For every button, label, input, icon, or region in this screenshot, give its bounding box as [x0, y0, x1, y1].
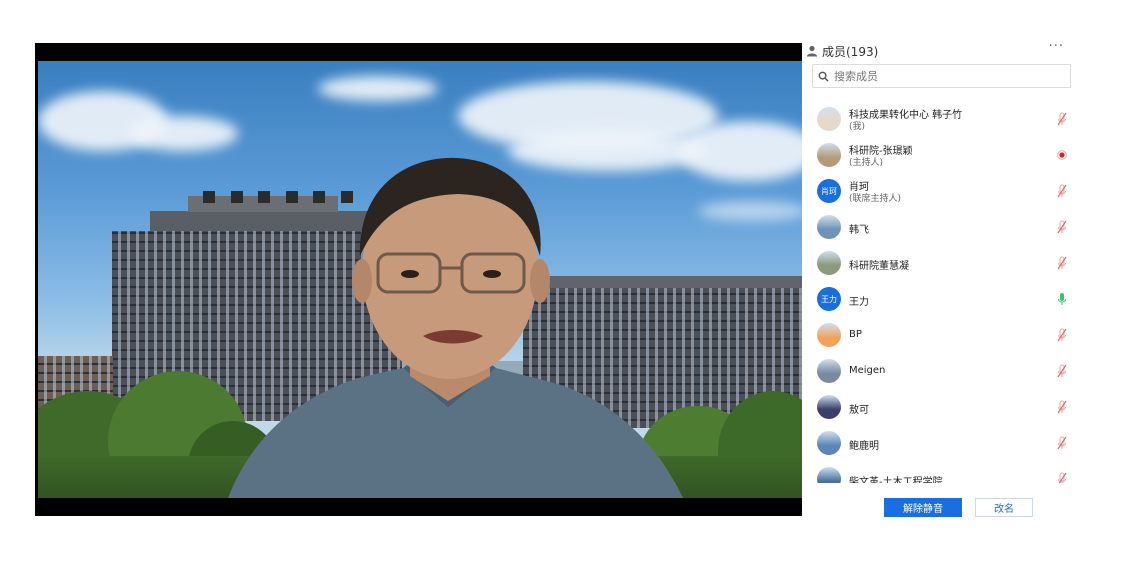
search-icon	[818, 71, 829, 82]
member-row[interactable]: 鲍鹿明	[802, 425, 1072, 461]
member-name: 韩飞	[849, 225, 869, 236]
avatar	[817, 107, 841, 131]
member-row[interactable]: 科研院-张璟颖 (主持人)	[802, 137, 1072, 173]
people-icon	[806, 45, 818, 57]
mic-muted-icon[interactable]	[1057, 256, 1067, 270]
members-panel-title: 成员(193)	[822, 44, 879, 59]
member-search-box[interactable]	[812, 64, 1071, 88]
video-scene	[38, 61, 802, 498]
member-row[interactable]: BP	[802, 317, 1072, 353]
member-name: Meigen	[849, 365, 886, 376]
mic-muted-icon[interactable]	[1057, 472, 1067, 483]
recording-dot-icon[interactable]	[1057, 148, 1067, 162]
avatar	[817, 251, 841, 275]
video-main[interactable]	[35, 43, 802, 516]
mic-muted-icon[interactable]	[1057, 436, 1067, 450]
avatar	[817, 395, 841, 419]
mic-active-icon[interactable]	[1057, 292, 1067, 306]
member-row[interactable]: 柴文革-土木工程学院	[802, 461, 1072, 483]
member-name: 敖可	[849, 405, 869, 416]
member-name: 王力	[849, 297, 869, 308]
member-role: (联席主持人)	[849, 194, 902, 204]
member-row[interactable]: 韩飞	[802, 209, 1072, 245]
member-name: 柴文革-土木工程学院	[849, 477, 943, 483]
members-panel: 成员(193) ··· 科技成果转化中心 韩子竹(我)科研院-张璟颖(主持人)肖…	[802, 35, 1072, 525]
mic-muted-icon[interactable]	[1057, 184, 1067, 198]
video-bottom-bar	[35, 498, 802, 516]
member-search-input[interactable]	[832, 68, 1056, 84]
mic-muted-icon[interactable]	[1057, 112, 1067, 126]
member-name: 科研院董慧凝	[849, 261, 909, 272]
more-options-button[interactable]: ···	[1049, 39, 1064, 54]
avatar	[817, 359, 841, 383]
avatar	[817, 467, 841, 483]
member-row[interactable]: 肖珂 肖珂 (联席主持人)	[802, 173, 1072, 209]
member-row[interactable]: Meigen	[802, 353, 1072, 389]
member-role: (我)	[849, 122, 866, 132]
member-row[interactable]: 王力 王力	[802, 281, 1072, 317]
avatar: 肖珂	[817, 179, 841, 203]
mic-muted-icon[interactable]	[1057, 220, 1067, 234]
mic-muted-icon[interactable]	[1057, 364, 1067, 378]
avatar: 王力	[817, 287, 841, 311]
member-name: 科技成果转化中心 韩子竹	[849, 110, 963, 121]
mic-muted-icon[interactable]	[1057, 328, 1067, 342]
member-list[interactable]: 科技成果转化中心 韩子竹 (我) 科研院-张璟颖 (主持人) 肖珂 肖珂 (联席主持人) 韩飞…	[802, 101, 1072, 483]
avatar	[817, 323, 841, 347]
avatar	[817, 143, 841, 167]
member-actions: 解除静音 改名	[802, 498, 1072, 518]
speaker-video	[228, 157, 683, 498]
member-name: BP	[849, 329, 862, 340]
members-panel-header: 成员(193) ···	[806, 39, 1068, 61]
member-row[interactable]: 科研院董慧凝	[802, 245, 1072, 281]
avatar	[817, 431, 841, 455]
member-row[interactable]: 科技成果转化中心 韩子竹 (我)	[802, 101, 1072, 137]
member-role: (主持人)	[849, 158, 884, 168]
unmute-all-button[interactable]: 解除静音	[884, 498, 962, 517]
avatar	[817, 215, 841, 239]
rename-button[interactable]: 改名	[975, 498, 1033, 517]
member-name: 鲍鹿明	[849, 441, 879, 452]
member-row[interactable]: 敖可	[802, 389, 1072, 425]
mic-muted-icon[interactable]	[1057, 400, 1067, 414]
